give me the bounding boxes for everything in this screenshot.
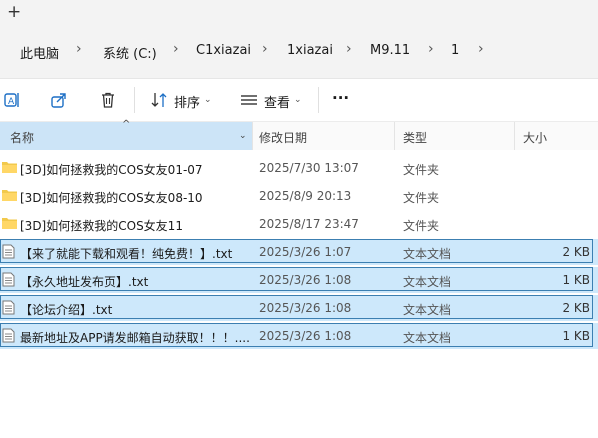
file-size: 1 KB (562, 329, 590, 343)
text-file-icon (2, 244, 15, 262)
chevron-right-icon[interactable]: › (428, 41, 434, 57)
file-name: 【永久地址发布页】.txt (20, 275, 149, 289)
sort-icon[interactable] (150, 91, 168, 112)
tab-strip: + (0, 0, 598, 26)
list-item[interactable]: 最新地址及APP请发邮箱自动获取！！！.... 2025/3/26 1:08 文… (0, 323, 598, 349)
file-name: 【论坛介绍】.txt (20, 303, 113, 317)
list-item[interactable]: [3D]如何拯救我的COS女友08-10 2025/8/9 20:13 文件夹 (0, 183, 598, 209)
command-bar: A 排序 ⌄ 查看 ⌄ ··· (0, 79, 598, 122)
file-type: 文本文档 (403, 303, 452, 317)
new-tab-button[interactable]: + (7, 1, 21, 23)
file-size: 1 KB (562, 273, 590, 287)
chevron-right-icon[interactable]: › (262, 41, 268, 57)
folder-icon (2, 160, 17, 176)
column-header-size[interactable]: 大小 (523, 129, 547, 146)
column-header: 名称 ^ ⌄ 修改日期 类型 大小 (0, 119, 598, 150)
file-name: 最新地址及APP请发邮箱自动获取！！！.... (20, 331, 250, 345)
text-file-icon (2, 300, 15, 318)
view-button[interactable]: 查看 (264, 92, 290, 111)
list-item[interactable]: 【来了就能下载和观看！纯免费！】.txt 2025/3/26 1:07 文本文档… (0, 239, 598, 265)
file-type: 文本文档 (403, 331, 452, 345)
list-item[interactable]: [3D]如何拯救我的COS女友11 2025/8/17 23:47 文件夹 (0, 211, 598, 237)
file-date: 2025/3/26 1:07 (259, 245, 352, 259)
breadcrumb-this-pc[interactable]: 此电脑 (20, 43, 59, 62)
chevron-down-icon[interactable]: ⌄ (239, 131, 247, 141)
divider (318, 87, 319, 113)
list-item[interactable]: 【论坛介绍】.txt 2025/3/26 1:08 文本文档 2 KB (0, 295, 598, 321)
divider (134, 87, 135, 113)
chevron-right-icon[interactable]: › (478, 41, 484, 57)
column-divider[interactable] (252, 122, 253, 150)
breadcrumb-1[interactable]: 1 (451, 43, 459, 58)
file-date: 2025/8/17 23:47 (259, 217, 359, 231)
breadcrumb-c1xiazai[interactable]: C1xiazai (196, 43, 251, 58)
text-file-icon (2, 272, 15, 290)
chevron-right-icon[interactable]: › (346, 41, 352, 57)
file-date: 2025/3/26 1:08 (259, 329, 352, 343)
chevron-right-icon[interactable]: › (76, 41, 82, 57)
list-item[interactable]: 【永久地址发布页】.txt 2025/3/26 1:08 文本文档 1 KB (0, 267, 598, 293)
file-date: 2025/3/26 1:08 (259, 273, 352, 287)
breadcrumb: 此电脑 › 系统 (C:) › C1xiazai › 1xiazai › M9.… (0, 26, 598, 79)
folder-icon (2, 188, 17, 204)
breadcrumb-system-c[interactable]: 系统 (C:) (103, 43, 157, 62)
sort-button[interactable]: 排序 (174, 92, 200, 111)
file-name: [3D]如何拯救我的COS女友11 (20, 219, 183, 233)
file-size: 2 KB (562, 301, 590, 315)
file-date: 2025/7/30 13:07 (259, 161, 359, 175)
more-options-button[interactable]: ··· (332, 89, 349, 107)
view-icon[interactable] (240, 91, 258, 112)
file-name: [3D]如何拯救我的COS女友01-07 (20, 163, 203, 177)
column-header-name[interactable]: 名称 (10, 129, 34, 146)
column-header-date[interactable]: 修改日期 (259, 129, 307, 146)
chevron-down-icon[interactable]: ⌄ (294, 95, 302, 105)
breadcrumb-1xiazai[interactable]: 1xiazai (287, 43, 333, 58)
file-size: 2 KB (562, 245, 590, 259)
column-divider[interactable] (394, 122, 395, 150)
file-name: 【来了就能下载和观看！纯免费！】.txt (20, 247, 233, 261)
file-date: 2025/3/26 1:08 (259, 301, 352, 315)
list-item[interactable]: [3D]如何拯救我的COS女友01-07 2025/7/30 13:07 文件夹 (0, 155, 598, 181)
file-type: 文本文档 (403, 247, 452, 261)
svg-text:A: A (8, 97, 15, 107)
breadcrumb-m911[interactable]: M9.11 (370, 43, 410, 58)
column-header-type[interactable]: 类型 (403, 129, 427, 146)
file-type: 文本文档 (403, 275, 452, 289)
rename-icon[interactable]: A (3, 91, 21, 112)
delete-icon[interactable] (99, 91, 117, 112)
text-file-icon (2, 328, 15, 346)
folder-icon (2, 216, 17, 232)
file-type: 文件夹 (403, 191, 440, 205)
column-divider[interactable] (514, 122, 515, 150)
file-name: [3D]如何拯救我的COS女友08-10 (20, 191, 203, 205)
sort-up-icon: ^ (122, 119, 131, 130)
chevron-right-icon[interactable]: › (173, 41, 179, 57)
chevron-down-icon[interactable]: ⌄ (204, 95, 212, 105)
file-type: 文件夹 (403, 163, 440, 177)
share-icon[interactable] (50, 91, 68, 112)
file-type: 文件夹 (403, 219, 440, 233)
file-date: 2025/8/9 20:13 (259, 189, 352, 203)
